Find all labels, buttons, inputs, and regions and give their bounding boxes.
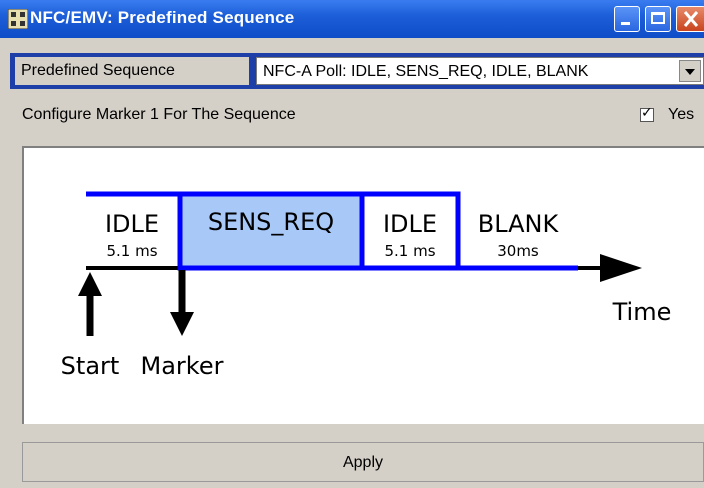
marker-label: Marker <box>141 352 224 380</box>
time-axis-arrowhead <box>600 254 642 282</box>
chevron-down-icon[interactable] <box>679 60 701 82</box>
minimize-button[interactable] <box>614 6 640 32</box>
marker-arrow-head <box>170 312 194 336</box>
segment-label-sens-req: SENS_REQ <box>208 208 334 236</box>
sequence-diagram-svg: IDLE 5.1 ms SENS_REQ IDLE 5.1 ms BLANK 3… <box>61 191 672 380</box>
segment-duration-idle-1: 5.1 ms <box>106 242 157 260</box>
segment-label-idle-2: IDLE <box>383 210 437 238</box>
segment-label-blank: BLANK <box>478 210 560 238</box>
sequence-select[interactable]: NFC-A Poll: IDLE, SENS_REQ, IDLE, BLANK <box>256 57 704 85</box>
segment-label-idle-1: IDLE <box>105 210 159 238</box>
apply-button[interactable]: Apply <box>22 442 704 482</box>
sequence-diagram: IDLE 5.1 ms SENS_REQ IDLE 5.1 ms BLANK 3… <box>22 146 704 424</box>
time-label: Time <box>612 298 672 326</box>
marker-checkbox[interactable] <box>640 105 654 122</box>
marker-config-label: Configure Marker 1 For The Sequence <box>22 106 296 123</box>
segment-duration-idle-2: 5.1 ms <box>384 242 435 260</box>
start-label: Start <box>61 352 120 380</box>
maximize-button[interactable] <box>645 6 671 32</box>
title-bar[interactable]: NFC/EMV: Predefined Sequence <box>0 0 704 38</box>
close-icon <box>683 11 699 27</box>
marker-checkbox-label: Yes <box>668 106 695 123</box>
start-arrow-head <box>78 272 102 296</box>
segment-duration-blank: 30ms <box>497 242 539 260</box>
app-icon <box>8 9 28 29</box>
close-button[interactable] <box>676 6 704 32</box>
window-title: NFC/EMV: Predefined Sequence <box>30 8 295 27</box>
sequence-label: Predefined Sequence <box>15 57 249 85</box>
sequence-selected-value: NFC-A Poll: IDLE, SENS_REQ, IDLE, BLANK <box>263 63 589 80</box>
